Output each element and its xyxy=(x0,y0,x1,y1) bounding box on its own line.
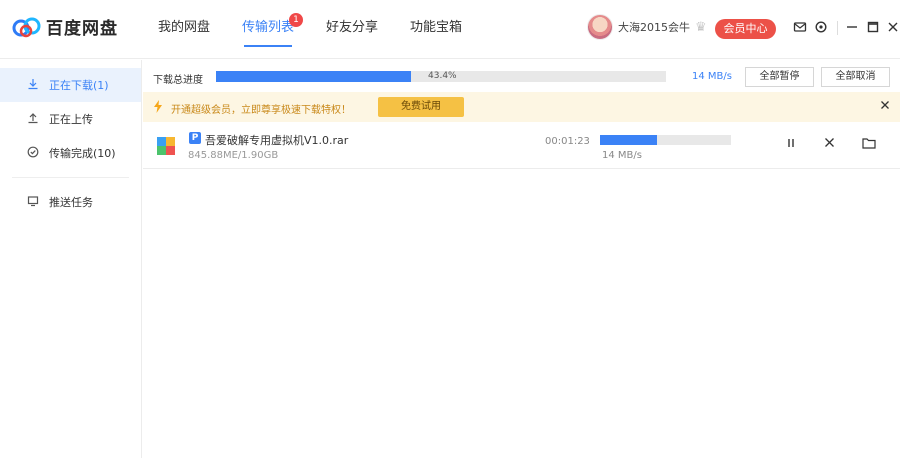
tab-label: 好友分享 xyxy=(326,20,379,35)
overall-speed: 14 MB/s xyxy=(692,71,732,82)
tab-label: 我的网盘 xyxy=(158,20,211,35)
file-speed: 14 MB/s xyxy=(602,150,642,161)
sidebar: 正在下载(1) 正在上传 传输完成(10) 推送任务 xyxy=(0,60,142,458)
minimize-icon[interactable] xyxy=(845,20,859,34)
p-badge-icon: P xyxy=(189,132,201,144)
sidebar-item-label: 推送任务 xyxy=(49,196,93,209)
lightning-icon xyxy=(153,100,163,116)
upload-icon xyxy=(26,112,40,127)
archive-file-icon xyxy=(157,137,175,155)
sidebar-divider xyxy=(12,177,129,178)
sidebar-item-uploading[interactable]: 正在上传 xyxy=(0,102,141,136)
monitor-icon xyxy=(26,195,40,210)
sidebar-item-label: 正在上传 xyxy=(49,113,93,126)
time-remaining: 00:01:23 xyxy=(545,136,590,147)
crown-icon: ♛ xyxy=(695,19,707,35)
divider xyxy=(837,21,838,35)
close-icon[interactable] xyxy=(880,99,890,113)
tab-label: 传输列表 xyxy=(242,20,295,35)
vip-center-button[interactable]: 会员中心 xyxy=(715,19,776,39)
tab-my-disk[interactable]: 我的网盘 xyxy=(158,0,210,59)
tab-transfer-list[interactable]: 传输列表 1 xyxy=(242,0,304,59)
baidu-cloud-logo-icon xyxy=(12,17,41,37)
mail-icon[interactable] xyxy=(793,20,807,34)
promo-text: 开通超级会员，立即尊享极速下载特权！ xyxy=(171,105,351,116)
file-progress-fill xyxy=(600,135,657,145)
sidebar-item-label: 正在下载(1) xyxy=(49,79,109,92)
sidebar-item-push-tasks[interactable]: 推送任务 xyxy=(0,185,141,219)
folder-icon[interactable] xyxy=(861,137,877,153)
file-name: 吾爱破解专用虚拟机V1.0.rar xyxy=(205,134,349,147)
close-window-icon[interactable] xyxy=(886,20,900,34)
pause-all-button[interactable]: 全部暂停 xyxy=(745,67,814,87)
tab-friend-share[interactable]: 好友分享 xyxy=(326,0,378,59)
username: 大海2015会牛 xyxy=(618,21,690,34)
cancel-all-button[interactable]: 全部取消 xyxy=(821,67,890,87)
overall-progress-bar: 下载总进度 43.4% 14 MB/s 全部暂停 全部取消 xyxy=(143,60,900,92)
avatar[interactable] xyxy=(587,14,613,40)
check-circle-icon xyxy=(26,146,40,161)
app-title: 百度网盘 xyxy=(46,19,118,39)
overall-progress-percent: 43.4% xyxy=(428,71,457,81)
cancel-icon[interactable] xyxy=(821,137,837,152)
file-size: 845.88ME/1.90GB xyxy=(188,150,279,161)
promo-banner: 开通超级会员，立即尊享极速下载特权！ 免费试用 xyxy=(143,92,900,122)
overall-progress-label: 下载总进度 xyxy=(153,75,203,86)
file-progress-track xyxy=(600,135,731,145)
app-logo[interactable]: 百度网盘 xyxy=(12,14,118,39)
download-icon xyxy=(26,78,40,93)
maximize-icon[interactable] xyxy=(866,20,880,34)
overall-progress-fill xyxy=(216,71,412,82)
user-info[interactable]: 大海2015会牛 ♛ xyxy=(587,14,707,40)
tab-label: 功能宝箱 xyxy=(410,20,463,35)
sidebar-item-label: 传输完成(10) xyxy=(49,147,116,160)
sidebar-item-downloading[interactable]: 正在下载(1) xyxy=(0,68,141,102)
sidebar-item-completed[interactable]: 传输完成(10) xyxy=(0,136,141,170)
main-nav: 我的网盘 传输列表 1 好友分享 功能宝箱 xyxy=(158,0,494,59)
transfer-panel: 下载总进度 43.4% 14 MB/s 全部暂停 全部取消 开通超级会员，立即尊… xyxy=(143,60,900,458)
title-bar: 百度网盘 我的网盘 传输列表 1 好友分享 功能宝箱 大海2015会牛 ♛ 会员… xyxy=(0,0,900,59)
pause-icon[interactable] xyxy=(783,137,799,153)
tab-toolbox[interactable]: 功能宝箱 xyxy=(410,0,462,59)
free-trial-button[interactable]: 免费试用 xyxy=(378,97,464,117)
notification-badge: 1 xyxy=(289,13,304,27)
download-row[interactable]: P 吾爱破解专用虚拟机V1.0.rar 845.88ME/1.90GB 00:0… xyxy=(143,123,900,169)
settings-icon[interactable] xyxy=(814,20,828,34)
